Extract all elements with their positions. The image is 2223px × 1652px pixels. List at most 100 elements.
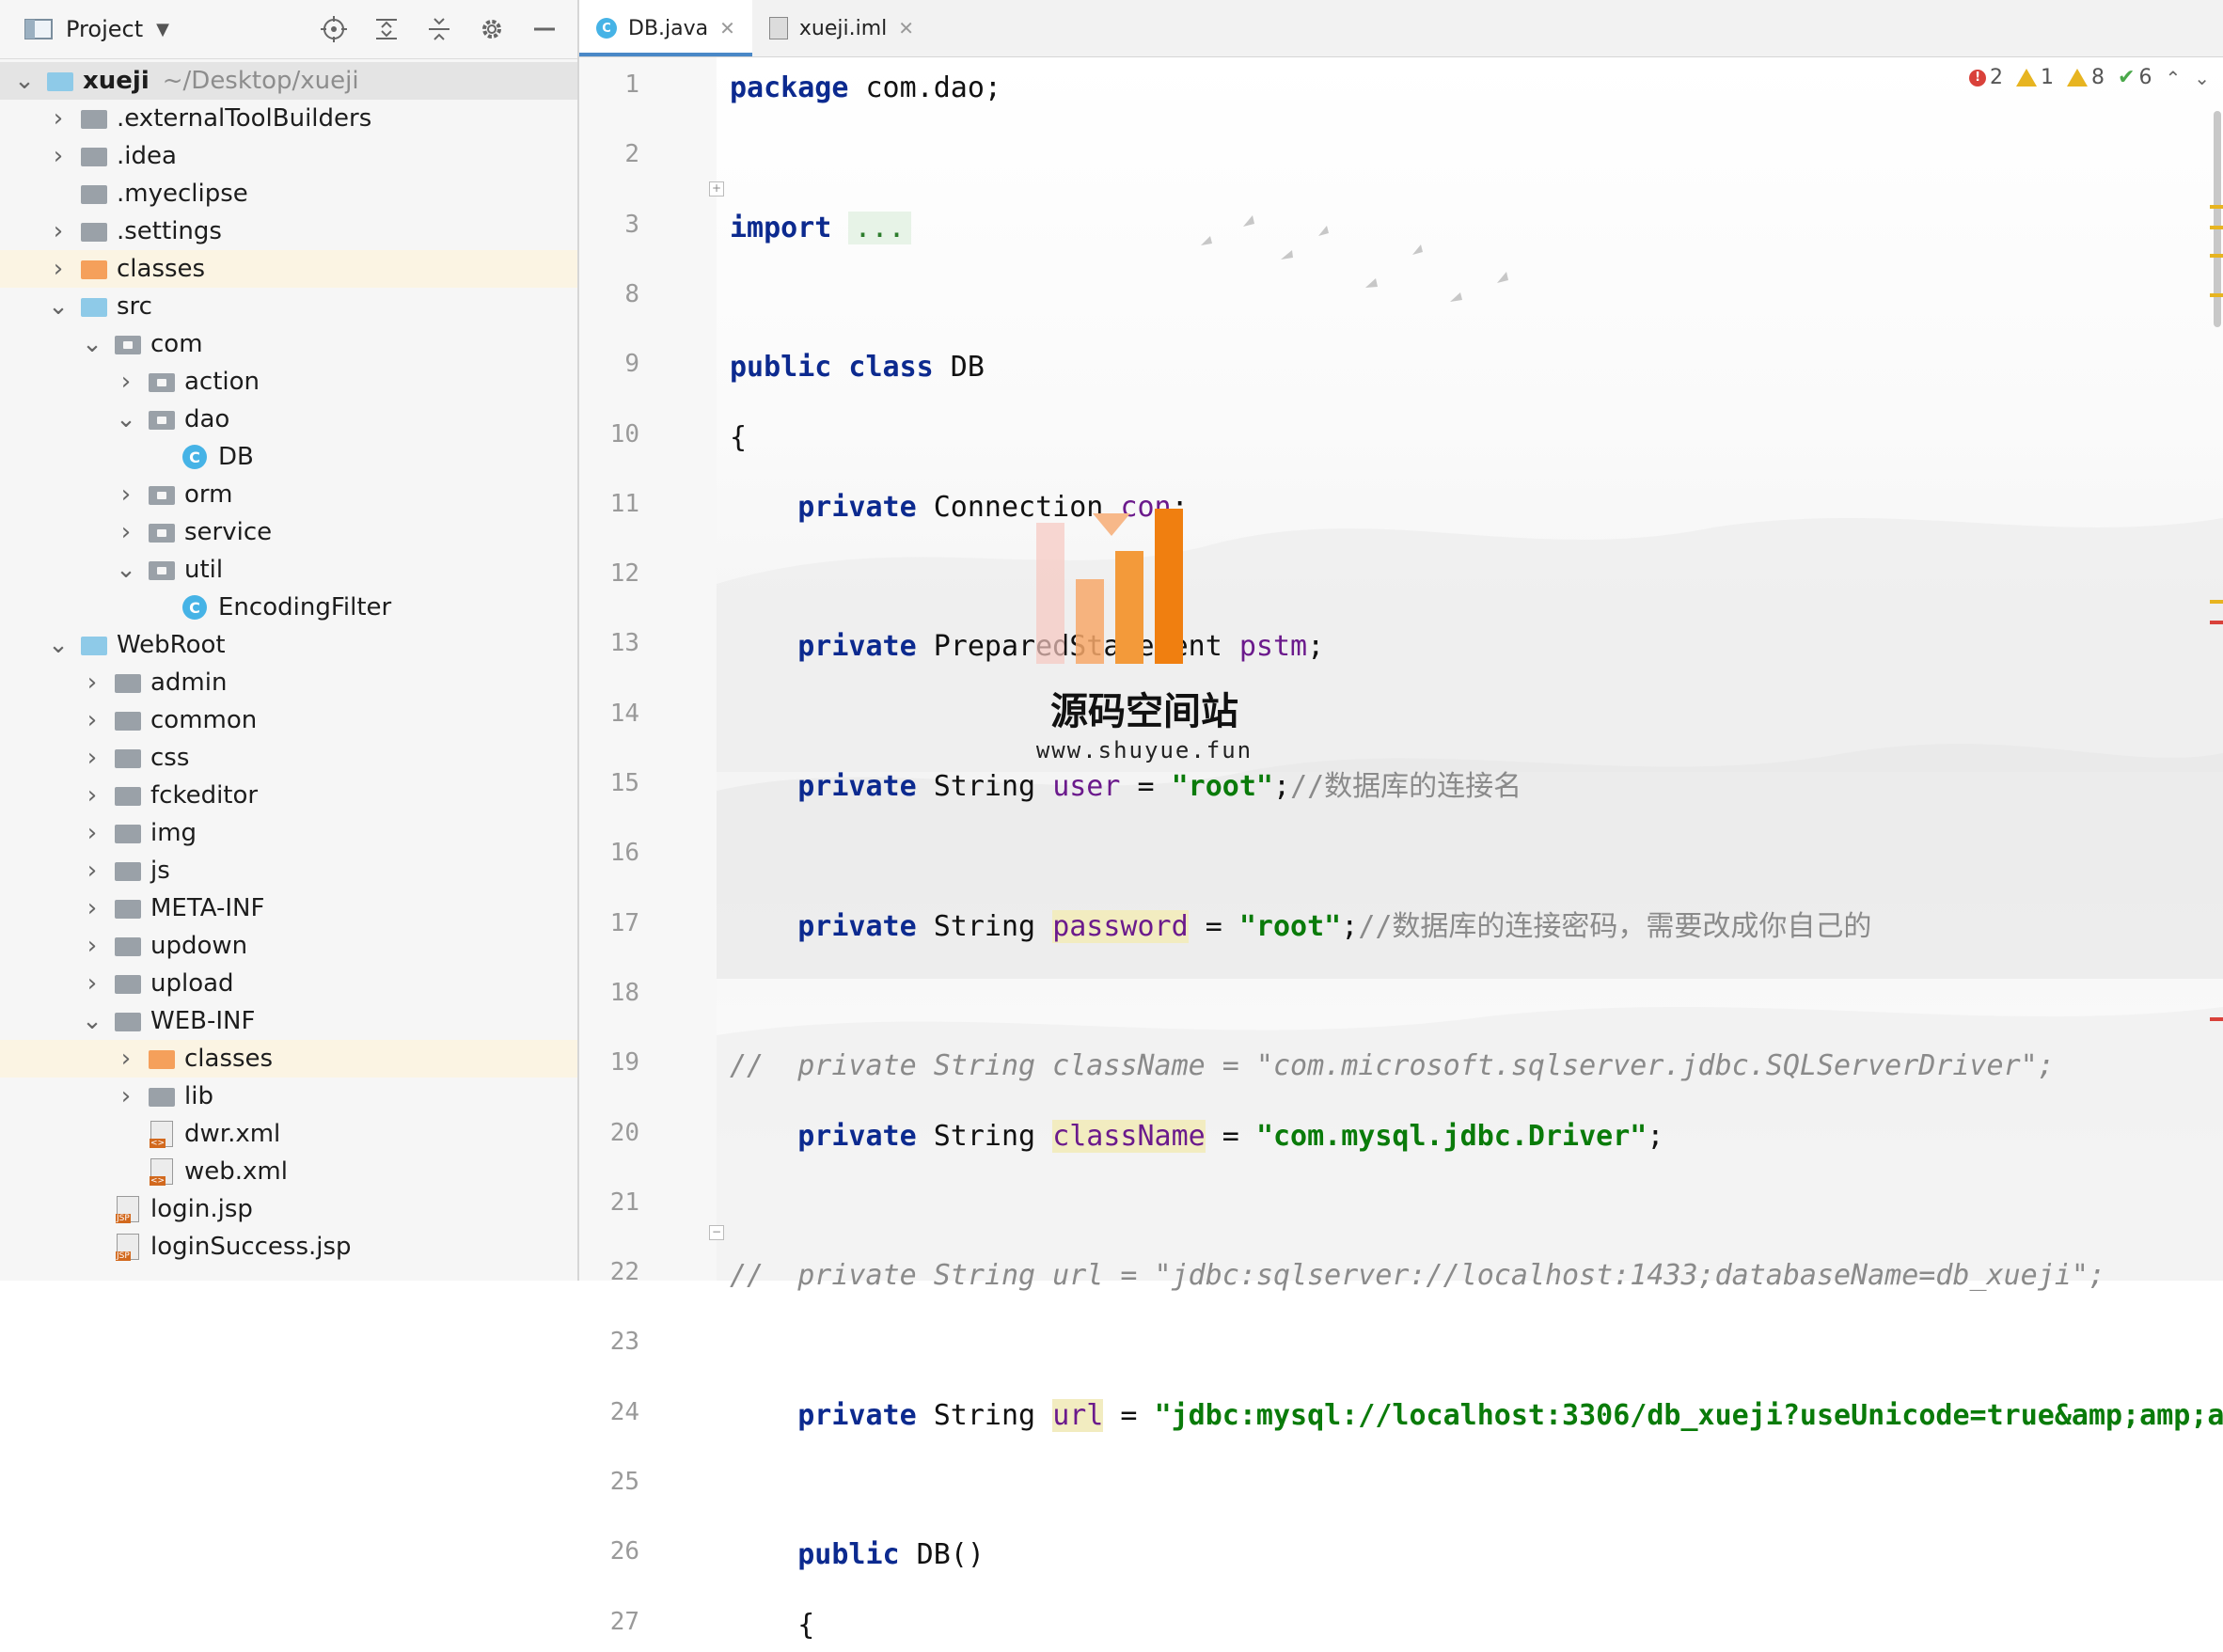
chevron-right-icon[interactable]: › [81,969,103,998]
close-icon[interactable]: ✕ [719,17,735,39]
tree-item[interactable]: ⌄ src [0,288,577,325]
warning-stripe-marker[interactable] [2210,254,2223,258]
code-line[interactable]: // private String className = "com.micro… [730,1040,2055,1093]
tree-item[interactable]: › action [0,363,577,401]
warning-stripe-marker[interactable] [2210,205,2223,209]
module-folder-icon [47,70,73,92]
chevron-right-icon[interactable]: › [81,819,103,847]
expand-all-icon[interactable] [372,15,401,43]
tree-item[interactable]: C EncodingFilter [0,589,577,626]
tree-item[interactable]: <> dwr.xml [0,1115,577,1153]
tree-item[interactable]: ⌄ dao [0,401,577,438]
code-line[interactable]: // private String url = "jdbc:sqlserver:… [730,1250,2105,1302]
chevron-right-icon[interactable]: › [81,894,103,922]
tree-item[interactable]: › updown [0,927,577,965]
warning-stripe-marker[interactable] [2210,226,2223,229]
tree-item[interactable]: › common [0,701,577,739]
error-stripe-marker[interactable] [2210,621,2223,624]
code-line[interactable]: private String className = "com.mysql.jd… [730,1110,1663,1163]
tree-item[interactable]: › fckeditor [0,777,577,814]
tab-xueji-iml[interactable]: xueji.iml ✕ [752,0,931,56]
chevron-right-icon[interactable]: › [115,480,137,509]
chevron-up-icon[interactable]: ⌃ [2165,67,2181,89]
chevron-right-icon[interactable]: › [81,781,103,810]
chevron-right-icon[interactable]: › [81,706,103,734]
code-line[interactable]: import ... [730,202,911,255]
collapse-all-icon[interactable] [425,15,453,43]
inspection-widget[interactable]: ! 2 1 8 ✔ 6 ⌃ ⌄ [1969,66,2210,89]
gear-icon[interactable] [478,15,506,43]
tree-item[interactable]: › js [0,852,577,889]
errors-count[interactable]: ! 2 [1969,66,2003,89]
chevron-down-icon[interactable]: ⌄ [47,292,70,321]
tree-item[interactable]: › orm [0,476,577,513]
tree-item[interactable]: › admin [0,664,577,701]
chevron-down-icon[interactable]: ⌄ [115,405,137,433]
line-number: 11 [609,489,639,518]
tree-item[interactable]: C DB [0,438,577,476]
chevron-down-icon[interactable]: ⌄ [115,556,137,584]
warning-stripe-marker[interactable] [2210,600,2223,604]
chevron-right-icon[interactable]: › [115,1045,137,1073]
code-line[interactable]: private String url = "jdbc:mysql://local… [730,1390,2223,1442]
tree-item[interactable]: ⌄ com [0,325,577,363]
chevron-down-icon[interactable]: ⌄ [81,330,103,358]
chevron-down-icon[interactable]: ⌄ [47,631,70,659]
close-icon[interactable]: ✕ [898,17,914,39]
code-line[interactable]: package com.dao; [730,62,1001,115]
chevron-down-icon[interactable]: ⌄ [13,67,36,95]
tree-item[interactable]: › css [0,739,577,777]
tree-item[interactable]: ⌄ WebRoot [0,626,577,664]
tree-item[interactable]: › .externalToolBuilders [0,100,577,137]
fold-marker-icon[interactable]: + [709,181,724,197]
project-view-title[interactable]: Project [66,16,143,42]
tree-item[interactable]: .myeclipse [0,175,577,212]
chevron-right-icon[interactable]: › [115,1082,137,1110]
chevron-right-icon[interactable]: › [47,142,70,170]
tree-item[interactable]: › classes [0,250,577,288]
code-line[interactable]: private String password = "root";//数据库的连… [730,901,1871,953]
chevron-right-icon[interactable]: › [81,744,103,772]
code-line[interactable]: { [730,412,747,464]
warnings-count[interactable]: 1 [2016,66,2054,89]
tree-item[interactable]: ⌄ xueji ~/Desktop/xueji [0,62,577,100]
tree-item[interactable]: › service [0,513,577,551]
tree-item[interactable]: › .idea [0,137,577,175]
chevron-right-icon[interactable]: › [81,857,103,885]
typos-count[interactable]: ✔ 6 [2118,66,2152,89]
tree-item[interactable]: › classes [0,1040,577,1078]
tree-item-label: loginSuccess.jsp [150,1233,352,1261]
chevron-right-icon[interactable]: › [81,669,103,697]
chevron-right-icon[interactable]: › [47,255,70,283]
tree-item[interactable]: ⌄ WEB-INF [0,1002,577,1040]
chevron-right-icon[interactable]: › [47,104,70,133]
code-line[interactable]: { [730,1599,814,1652]
chevron-right-icon[interactable]: › [115,518,137,546]
chevron-down-icon[interactable]: ⌄ [2194,67,2210,89]
tree-item[interactable]: ⌄ util [0,551,577,589]
tree-item[interactable]: › lib [0,1078,577,1115]
chevron-down-icon[interactable]: ▼ [156,20,169,39]
tree-item-label: .myeclipse [117,180,248,208]
chevron-right-icon[interactable]: › [47,217,70,245]
locate-icon[interactable] [320,15,348,43]
code-line[interactable]: public class DB [730,341,985,394]
chevron-down-icon[interactable]: ⌄ [81,1007,103,1035]
tree-item[interactable]: › .settings [0,212,577,250]
tree-item[interactable]: JSP login.jsp [0,1190,577,1228]
chevron-right-icon[interactable]: › [81,932,103,960]
tree-item[interactable]: JSP loginSuccess.jsp [0,1228,577,1266]
code-line[interactable]: public DB() [730,1529,985,1581]
tree-item[interactable]: › img [0,814,577,852]
warning-stripe-marker[interactable] [2210,293,2223,297]
chevron-right-icon[interactable]: › [115,368,137,396]
tree-item[interactable]: <> web.xml [0,1153,577,1190]
error-stripe-marker[interactable] [2210,1017,2223,1021]
tree-item[interactable]: › META-INF [0,889,577,927]
line-number: 20 [609,1118,639,1147]
weak-warnings-count[interactable]: 8 [2067,66,2105,89]
tree-item[interactable]: › upload [0,965,577,1002]
tab-db-java[interactable]: C DB.java ✕ [579,0,752,56]
fold-marker-icon[interactable]: − [709,1225,724,1240]
hide-panel-icon[interactable] [530,15,559,43]
